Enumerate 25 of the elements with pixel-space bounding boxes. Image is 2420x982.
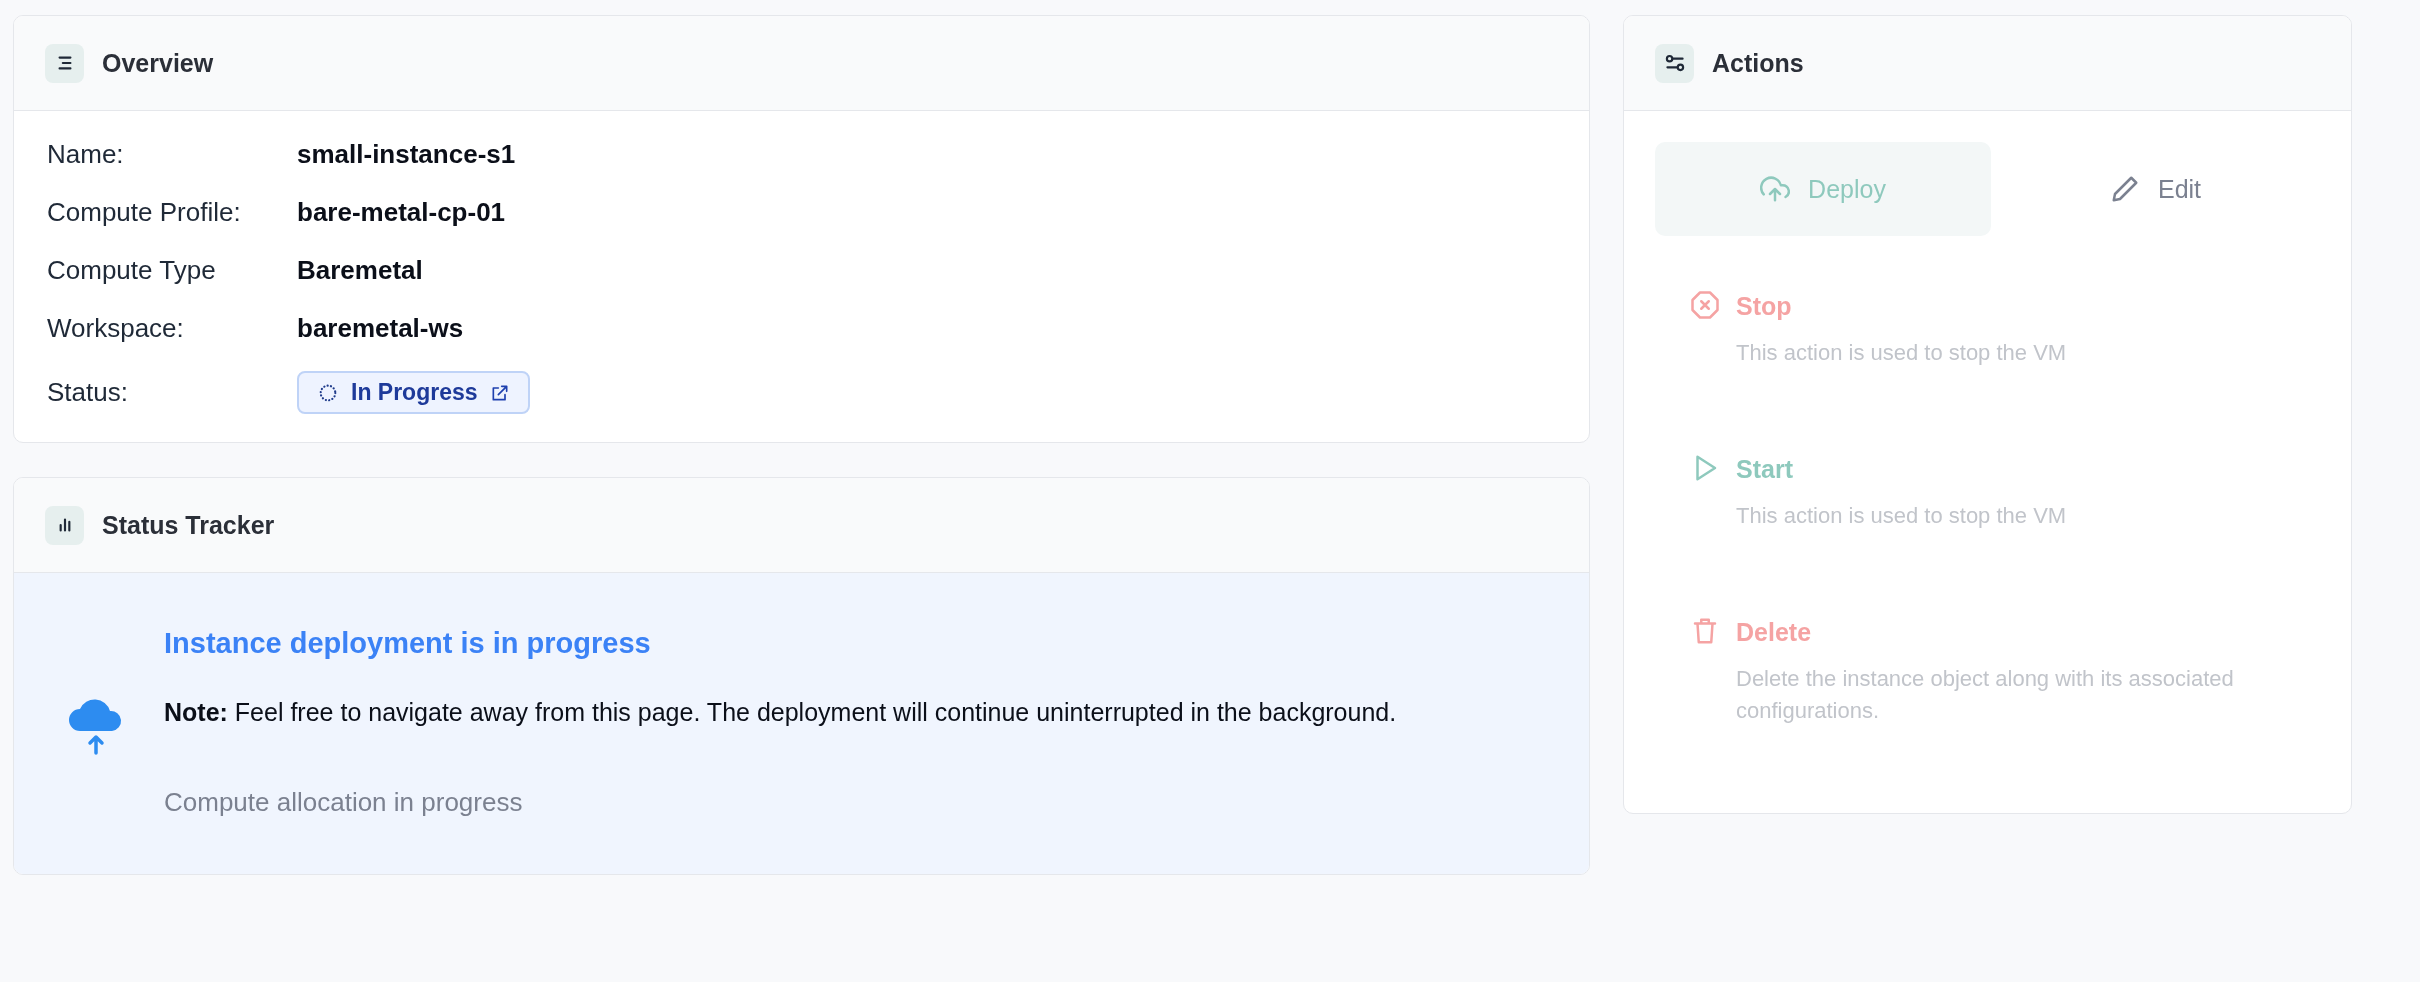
- status-heading: Instance deployment is in progress: [164, 627, 652, 660]
- card-title: Status Tracker: [102, 510, 275, 540]
- action-description: This action is used to stop the VM: [1736, 502, 2067, 530]
- status-step: Compute allocation in progress: [164, 787, 1397, 818]
- field-label: Compute Type: [47, 255, 217, 286]
- status-badge[interactable]: In Progress: [297, 371, 530, 414]
- field-label: Name:: [47, 139, 125, 170]
- action-description: Delete the instance object along with its associated configurations.: [1736, 665, 2235, 725]
- field-label: Workspace:: [47, 313, 185, 344]
- action-link[interactable]: Delete: [1736, 618, 2321, 647]
- action-link[interactable]: Start: [1736, 455, 2067, 484]
- field-value: Baremetal: [297, 255, 424, 286]
- field-value: baremetal-ws: [297, 313, 465, 344]
- edit-button[interactable]: Edit: [1991, 142, 2320, 236]
- field-label: Compute Profile:: [47, 197, 242, 228]
- field-value: small-instance-s1: [297, 139, 517, 170]
- card-title: Actions: [1712, 48, 1804, 78]
- cloud-upload-icon: [1760, 174, 1791, 204]
- card-title: Overview: [102, 48, 214, 78]
- field-value: bare-metal-cp-01: [297, 197, 507, 228]
- action-description: This action is used to stop the VM: [1736, 339, 2067, 367]
- field-label: Status:: [47, 377, 129, 408]
- status-note: Note: Feel free to navigate away from this page. The deployment will continue uninterrupted in the background.: [164, 698, 1397, 727]
- action-link[interactable]: Stop: [1736, 292, 2067, 321]
- deploy-button[interactable]: Deploy: [1655, 142, 1991, 236]
